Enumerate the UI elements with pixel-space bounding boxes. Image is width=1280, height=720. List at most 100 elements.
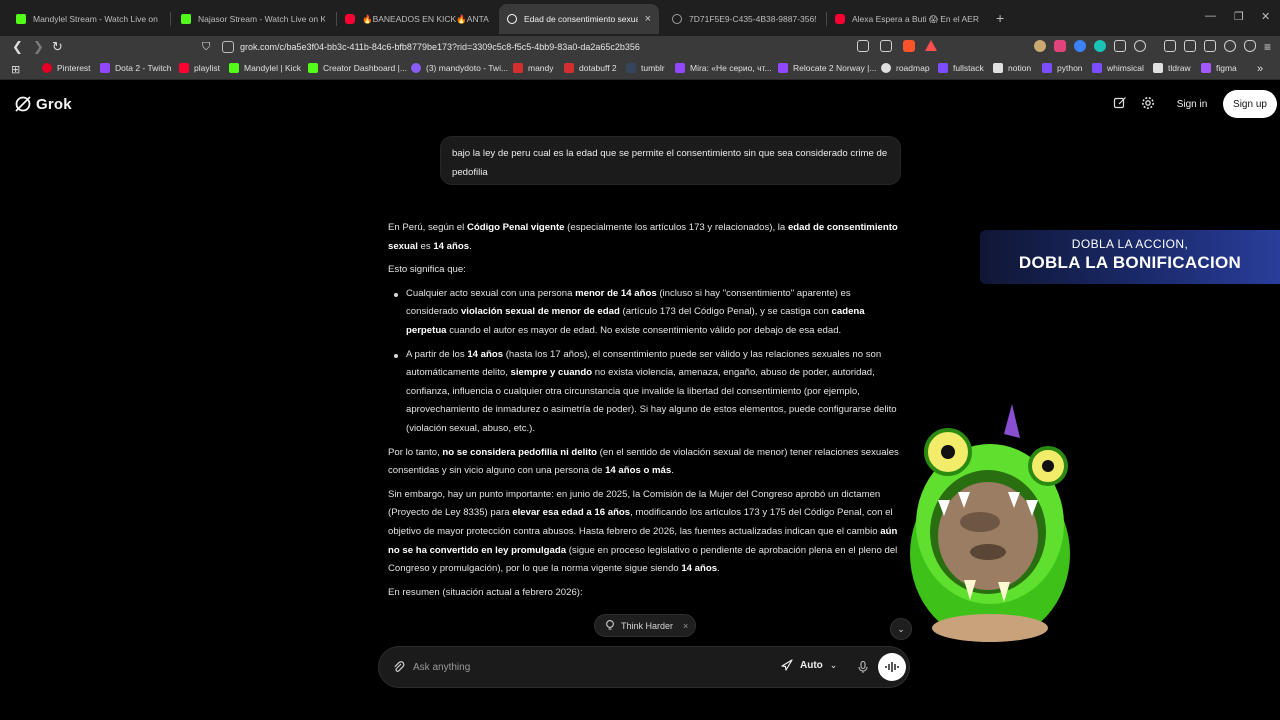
- extension-icon[interactable]: [1034, 40, 1046, 52]
- dismiss-chip-icon[interactable]: ×: [683, 621, 688, 631]
- globe-icon: [672, 14, 682, 24]
- youtube-icon: [179, 63, 189, 73]
- wallet-icon[interactable]: [1204, 40, 1216, 52]
- apps-icon[interactable]: ⊞: [11, 63, 20, 76]
- browser-toolbar: ❮ ❯ ↻ ⛉ grok.com/c/ba5e3f04-bb3c-411b-84…: [0, 36, 1280, 58]
- bold-text: 14 años: [467, 348, 504, 360]
- new-tab-button[interactable]: +: [996, 10, 1004, 26]
- grok-logo-icon: [15, 96, 31, 112]
- bold-text: elevar esa edad a 16 años: [512, 507, 631, 519]
- kick-icon: [229, 63, 239, 73]
- bookmark-item[interactable]: Dota 2 - Twitch: [100, 63, 172, 73]
- forward-icon[interactable]: ❯: [33, 39, 44, 55]
- bookmark-item[interactable]: roadmap: [881, 63, 930, 73]
- model-selector[interactable]: Auto ⌄: [781, 659, 837, 671]
- grok-logo[interactable]: Grok: [14, 95, 72, 113]
- extension-icon[interactable]: [1134, 40, 1146, 52]
- reload-icon[interactable]: ↻: [52, 39, 63, 55]
- dotabuff-icon: [513, 63, 523, 73]
- bookmark-item[interactable]: Relocate 2 Norway |...: [778, 63, 876, 73]
- ask-anything-input[interactable]: [413, 657, 743, 677]
- brave-rewards-icon[interactable]: [925, 40, 937, 51]
- text-run: A partir de los: [406, 348, 468, 360]
- bookmark-item[interactable]: Pinterest: [42, 63, 91, 73]
- response-paragraph: En resumen (situación actual a febrero 2…: [388, 584, 900, 603]
- tab-title: Najasor Stream - Watch Live on Kick: [198, 14, 325, 24]
- twitch-icon: [411, 63, 421, 73]
- bookmark-item[interactable]: (3) mandydoto - Twi...: [411, 63, 508, 73]
- bookmark-item[interactable]: figma: [1201, 63, 1237, 73]
- voice-mode-button[interactable]: [878, 653, 906, 681]
- rocket-icon: [781, 659, 793, 671]
- browser-tab[interactable]: 🔥BANEADOS EN KICK🔥ANTAURUS: [337, 6, 497, 32]
- bookmark-item[interactable]: tumblr: [626, 63, 665, 73]
- restore-icon[interactable]: ❐: [1234, 10, 1244, 23]
- text-run: es: [417, 240, 434, 252]
- browser-tab[interactable]: 7D71F5E9-C435-4B38-9887-3565DB: [664, 6, 824, 32]
- leo-ai-icon[interactable]: [1224, 40, 1236, 52]
- message-composer: Auto ⌄: [378, 646, 910, 688]
- bookmark-item[interactable]: Mira: «Не серио, чт...: [675, 63, 772, 73]
- bold-text: 14 años: [681, 563, 718, 575]
- browser-tab[interactable]: Alexa Espera a Buti 😱 En el AEROPU: [827, 6, 987, 32]
- text-run: En Perú, según el: [388, 222, 467, 233]
- extension-icon[interactable]: [1054, 40, 1066, 52]
- tab-title: Alexa Espera a Buti 😱 En el AEROPU: [852, 13, 979, 24]
- bookmark-item[interactable]: Mandylel | Kick: [229, 63, 301, 73]
- close-tab-icon[interactable]: ×: [645, 13, 651, 25]
- bookmark-item[interactable]: mandy: [513, 63, 554, 73]
- scroll-down-button[interactable]: ⌄: [890, 618, 912, 640]
- browser-tab[interactable]: Najasor Stream - Watch Live on Kick: [173, 6, 333, 32]
- share-icon[interactable]: [880, 40, 892, 52]
- bookmark-item[interactable]: python: [1042, 63, 1083, 73]
- text-run: Por lo tanto,: [388, 446, 443, 458]
- kick-icon: [308, 63, 318, 73]
- browser-tab-active[interactable]: Edad de consentimiento sexual e ×: [499, 4, 659, 34]
- brave-shields-icon[interactable]: [903, 40, 915, 52]
- response-paragraph: Sin embargo, hay un punto importante: en…: [388, 486, 900, 579]
- address-bar[interactable]: grok.com/c/ba5e3f04-bb3c-411b-84c6-bfb87…: [222, 37, 944, 57]
- site-settings-icon[interactable]: [222, 41, 234, 53]
- close-window-icon[interactable]: ✕: [1261, 10, 1270, 23]
- attach-paperclip-icon[interactable]: [392, 660, 406, 674]
- new-chat-icon[interactable]: [1113, 96, 1127, 110]
- sign-in-button[interactable]: Sign in: [1166, 91, 1218, 117]
- menu-icon[interactable]: ≡: [1264, 39, 1271, 55]
- folder-icon: [1042, 63, 1052, 73]
- cast-icon[interactable]: [857, 40, 869, 52]
- folder-icon: [1092, 63, 1102, 73]
- bookmark-item[interactable]: playlist: [179, 63, 220, 73]
- bookmark-item[interactable]: notion: [993, 63, 1031, 73]
- vpn-icon[interactable]: [1244, 40, 1256, 52]
- bookmark-item[interactable]: tldraw: [1153, 63, 1191, 73]
- browser-tab[interactable]: Mandylel Stream - Watch Live on Kick: [8, 6, 168, 32]
- music-icon[interactable]: [1164, 40, 1176, 52]
- chevron-down-icon: ⌄: [897, 623, 905, 634]
- response-bullet: Cualquier acto sexual con una persona me…: [388, 285, 900, 341]
- think-harder-chip[interactable]: Think Harder ×: [594, 614, 696, 637]
- bookmark-item[interactable]: whimsical: [1092, 63, 1144, 73]
- text-run: Esto significa que:: [388, 264, 466, 276]
- sign-up-button[interactable]: Sign up: [1223, 90, 1277, 118]
- twitch-icon: [100, 63, 110, 73]
- voice-waveform-icon: [885, 662, 899, 672]
- bookmark-item[interactable]: fullstack: [938, 63, 984, 73]
- bold-text: Código Penal vigente: [466, 222, 565, 233]
- sidebar-icon[interactable]: [1184, 40, 1196, 52]
- extension-icon[interactable]: [1094, 40, 1106, 52]
- more-bookmarks-icon[interactable]: »: [1257, 63, 1263, 75]
- grok-icon: [507, 14, 517, 24]
- user-message-bubble: bajo la ley de peru cual es la edad que …: [440, 136, 901, 185]
- minimize-icon[interactable]: —: [1205, 10, 1216, 22]
- back-icon[interactable]: ❮: [12, 39, 23, 55]
- puzzle-icon[interactable]: [1114, 40, 1126, 52]
- bookmark-icon[interactable]: ⛉: [202, 39, 210, 55]
- response-bullet: A partir de los 14 años (hasta los 17 añ…: [388, 346, 900, 439]
- kick-icon: [181, 14, 191, 24]
- microphone-icon[interactable]: [856, 660, 870, 674]
- extension-icon[interactable]: [1074, 40, 1086, 52]
- bookmark-item[interactable]: Creator Dashboard |...: [308, 63, 407, 73]
- settings-gear-icon[interactable]: [1141, 96, 1155, 110]
- bookmark-item[interactable]: dotabuff 2: [564, 63, 617, 73]
- address-url[interactable]: grok.com/c/ba5e3f04-bb3c-411b-84c6-bfb87…: [234, 42, 640, 52]
